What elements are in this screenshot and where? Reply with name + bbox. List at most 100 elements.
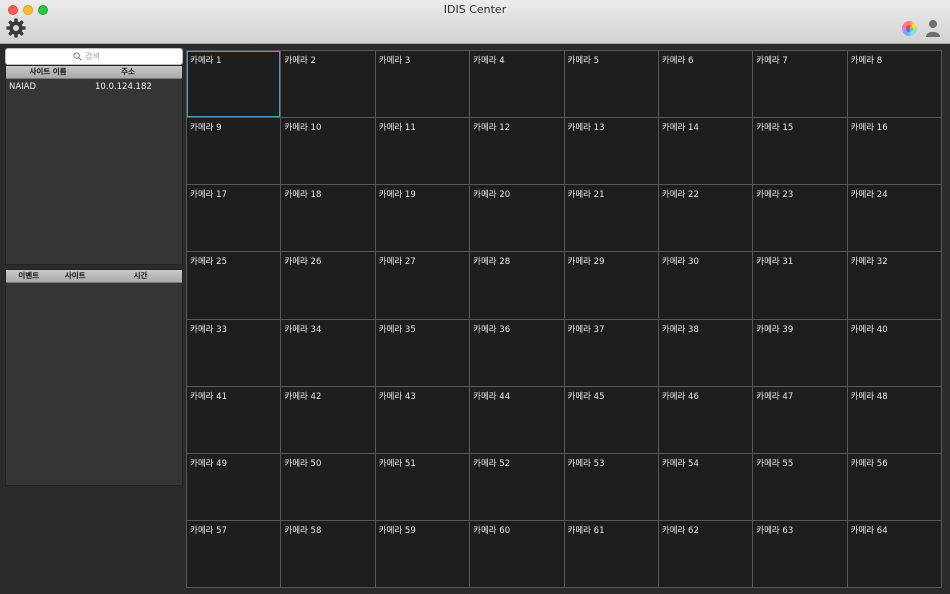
camera-view-cell[interactable]: 카메라 28 <box>470 252 564 319</box>
camera-view-cell[interactable]: 카메라 23 <box>753 185 847 252</box>
site-row[interactable]: NAIAD 10.0.124.182 <box>6 79 182 95</box>
camera-label: 카메라 60 <box>473 525 511 536</box>
camera-view-cell[interactable]: 카메라 9 <box>187 118 281 185</box>
camera-view-cell[interactable]: 카메라 24 <box>847 185 941 252</box>
camera-view-cell[interactable]: 카메라 45 <box>564 386 658 453</box>
camera-label: 카메라 24 <box>850 190 888 201</box>
camera-label: 카메라 54 <box>661 458 699 469</box>
camera-view-cell[interactable]: 카메라 6 <box>658 51 753 118</box>
camera-view-cell[interactable]: 카메라 58 <box>281 520 375 587</box>
camera-view-cell[interactable]: 카메라 63 <box>753 520 847 587</box>
camera-view-cell[interactable]: 카메라 32 <box>847 252 941 319</box>
camera-label: 카메라 36 <box>473 324 511 335</box>
camera-view-cell[interactable]: 카메라 51 <box>375 453 470 520</box>
camera-view-cell[interactable]: 카메라 47 <box>753 386 847 453</box>
camera-label: 카메라 53 <box>567 458 605 469</box>
camera-label: 카메라 37 <box>567 324 605 335</box>
camera-view-cell[interactable]: 카메라 37 <box>564 319 658 386</box>
camera-label: 카메라 63 <box>756 525 794 536</box>
camera-view-cell[interactable]: 카메라 59 <box>375 520 470 587</box>
camera-view-cell[interactable]: 카메라 13 <box>564 118 658 185</box>
camera-view-cell[interactable]: 카메라 8 <box>847 51 941 118</box>
camera-view-cell[interactable]: 카메라 52 <box>470 453 564 520</box>
camera-view-cell[interactable]: 카메라 22 <box>658 185 753 252</box>
camera-view-cell[interactable]: 카메라 19 <box>375 185 470 252</box>
camera-view-cell[interactable]: 카메라 44 <box>470 386 564 453</box>
search-box[interactable] <box>5 48 183 65</box>
camera-view-cell[interactable]: 카메라 40 <box>847 319 941 386</box>
camera-view-cell[interactable]: 카메라 18 <box>281 185 375 252</box>
camera-label: 카메라 7 <box>756 56 788 66</box>
camera-view-cell[interactable]: 카메라 11 <box>375 118 470 185</box>
site-list-header: 사이트 이름 주소 <box>6 66 182 79</box>
camera-view-cell[interactable]: 카메라 29 <box>564 252 658 319</box>
camera-view-cell[interactable]: 카메라 36 <box>470 319 564 386</box>
sidebar: 사이트 이름 주소 NAIAD 10.0.124.182 이벤트 사이트 시간 <box>4 48 184 588</box>
camera-view-cell[interactable]: 카메라 30 <box>658 252 753 319</box>
camera-view-cell[interactable]: 카메라 21 <box>564 185 658 252</box>
camera-view-cell[interactable]: 카메라 31 <box>753 252 847 319</box>
camera-view-cell[interactable]: 카메라 55 <box>753 453 847 520</box>
camera-label: 카메라 20 <box>473 190 511 201</box>
camera-view-cell[interactable]: 카메라 39 <box>753 319 847 386</box>
camera-view-cell[interactable]: 카메라 7 <box>753 51 847 118</box>
camera-label: 카메라 9 <box>190 123 222 134</box>
camera-view-cell[interactable]: 카메라 10 <box>281 118 375 185</box>
camera-view-cell[interactable]: 카메라 42 <box>281 386 375 453</box>
camera-view-cell[interactable]: 카메라 16 <box>847 118 941 185</box>
camera-label: 카메라 33 <box>190 324 227 335</box>
camera-label: 카메라 1 <box>190 56 222 66</box>
column-header-time[interactable]: 시간 <box>99 270 182 282</box>
camera-view-cell[interactable]: 카메라 54 <box>658 453 753 520</box>
search-input[interactable] <box>85 52 115 61</box>
camera-label: 카메라 42 <box>284 391 322 402</box>
camera-view-cell[interactable]: 카메라 17 <box>187 185 281 252</box>
column-header-site[interactable]: 사이트 <box>51 270 98 282</box>
camera-view-cell[interactable]: 카메라 2 <box>281 51 375 118</box>
camera-label: 카메라 43 <box>378 391 416 402</box>
camera-label: 카메라 57 <box>190 525 227 536</box>
camera-view-cell[interactable]: 카메라 62 <box>658 520 753 587</box>
camera-view-cell[interactable]: 카메라 14 <box>658 118 753 185</box>
camera-label: 카메라 19 <box>378 190 416 201</box>
camera-view-cell[interactable]: 카메라 49 <box>187 453 281 520</box>
camera-view-cell[interactable]: 카메라 5 <box>564 51 658 118</box>
camera-label: 카메라 56 <box>850 458 888 469</box>
camera-view-cell[interactable]: 카메라 53 <box>564 453 658 520</box>
camera-label: 카메라 35 <box>378 324 416 335</box>
camera-view-cell[interactable]: 카메라 64 <box>847 520 941 587</box>
camera-view-cell[interactable]: 카메라 20 <box>470 185 564 252</box>
camera-view-cell[interactable]: 카메라 27 <box>375 252 470 319</box>
camera-view-cell[interactable]: 카메라 4 <box>470 51 564 118</box>
camera-view-cell[interactable]: 카메라 26 <box>281 252 375 319</box>
column-header-event[interactable]: 이벤트 <box>6 270 51 282</box>
camera-view-cell[interactable]: 카메라 48 <box>847 386 941 453</box>
camera-label: 카메라 11 <box>378 123 416 134</box>
camera-view-cell[interactable]: 카메라 61 <box>564 520 658 587</box>
camera-view-cell[interactable]: 카메라 41 <box>187 386 281 453</box>
camera-view-cell[interactable]: 카메라 25 <box>187 252 281 319</box>
camera-view-cell[interactable]: 카메라 38 <box>658 319 753 386</box>
camera-view-cell[interactable]: 카메라 56 <box>847 453 941 520</box>
camera-label: 카메라 45 <box>567 391 605 402</box>
event-log-panel: 이벤트 사이트 시간 <box>5 269 183 486</box>
column-header-site-name[interactable]: 사이트 이름 <box>6 66 90 78</box>
camera-view-cell[interactable]: 카메라 1 <box>187 51 281 118</box>
camera-view-cell[interactable]: 카메라 50 <box>281 453 375 520</box>
gear-icon[interactable] <box>6 18 26 38</box>
user-icon[interactable] <box>925 19 941 37</box>
camera-view-cell[interactable]: 카메라 15 <box>753 118 847 185</box>
camera-view-cell[interactable]: 카메라 46 <box>658 386 753 453</box>
column-header-address[interactable]: 주소 <box>90 66 166 78</box>
camera-label: 카메라 62 <box>661 525 699 536</box>
camera-view-cell[interactable]: 카메라 34 <box>281 319 375 386</box>
camera-view-cell[interactable]: 카메라 33 <box>187 319 281 386</box>
camera-view-cell[interactable]: 카메라 57 <box>187 520 281 587</box>
camera-view-cell[interactable]: 카메라 60 <box>470 520 564 587</box>
camera-view-cell[interactable]: 카메라 43 <box>375 386 470 453</box>
camera-view-cell[interactable]: 카메라 12 <box>470 118 564 185</box>
camera-view-cell[interactable]: 카메라 3 <box>375 51 470 118</box>
camera-label: 카메라 51 <box>378 458 416 469</box>
camera-view-cell[interactable]: 카메라 35 <box>375 319 470 386</box>
color-wheel-icon[interactable] <box>902 21 917 36</box>
